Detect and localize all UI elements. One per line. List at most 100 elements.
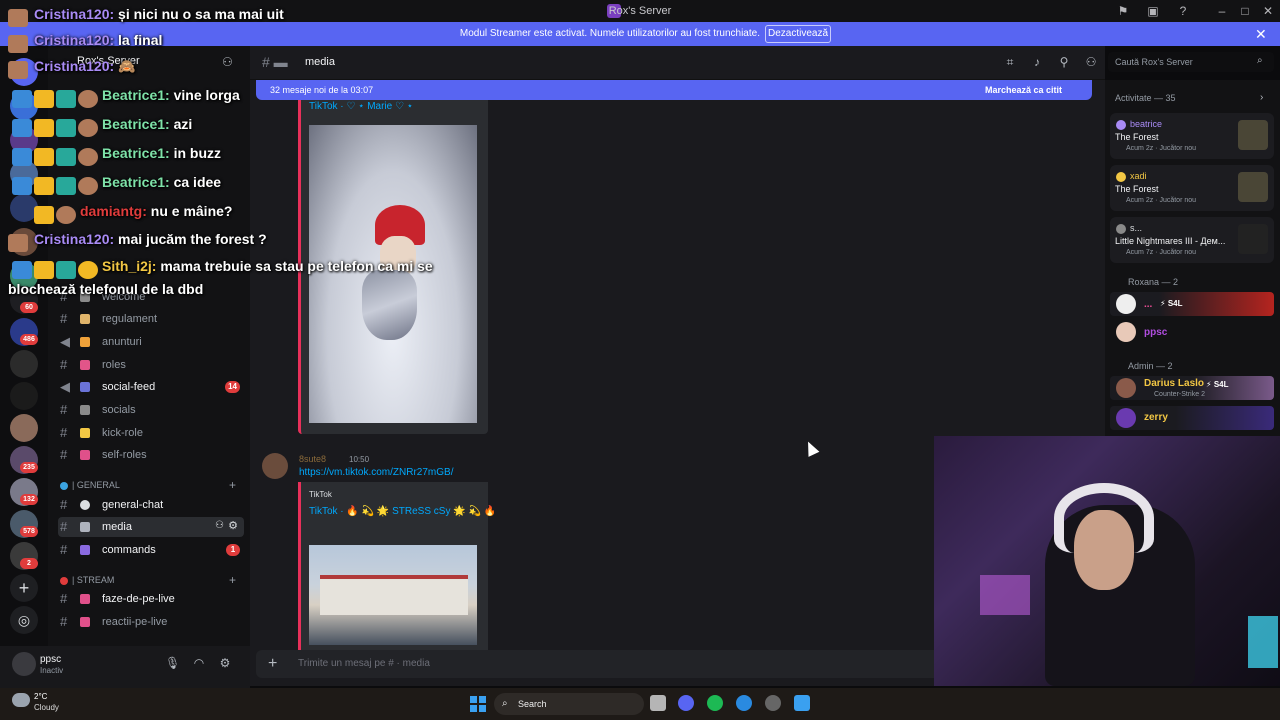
attach-plus-icon[interactable]: + (268, 655, 277, 673)
channel-general-chat[interactable]: # general-chat (58, 495, 244, 515)
search-icon[interactable]: ⌕ (1257, 55, 1263, 66)
channel-label: regulament (102, 313, 158, 325)
avatar (1116, 322, 1136, 342)
avatar[interactable] (12, 652, 36, 676)
invite-icon[interactable]: ⚇ (215, 520, 224, 531)
channel-emoji-icon (80, 522, 90, 532)
embed-title-link[interactable]: TikTok · ♡ ⋆ Marie ♡ ⋆ (309, 101, 413, 112)
add-server-icon[interactable]: + (10, 574, 38, 602)
avatar[interactable] (262, 453, 288, 479)
file-explorer-icon[interactable] (650, 695, 666, 711)
guild-icon[interactable] (10, 350, 38, 378)
discord-icon[interactable] (678, 695, 694, 711)
member-name: ... (1144, 299, 1153, 310)
hash-icon: # ▬ (262, 54, 288, 70)
channel-anunturi[interactable]: ◀ anunturi (58, 332, 244, 352)
guild-badge: 235 (20, 462, 38, 473)
settings-gear-icon[interactable]: ⚙ (228, 519, 238, 532)
edge-browser-icon[interactable] (736, 695, 752, 711)
screen-icon[interactable]: ▣ (1146, 4, 1160, 18)
stream-chat-line: Cristina120: și nici nu o sa ma mai uit (8, 6, 284, 30)
stream-chat-line: damiantg: nu e mâine? (8, 203, 232, 227)
hash-icon: # (60, 542, 68, 557)
game-thumbnail (1238, 172, 1268, 202)
channel-socials[interactable]: # socials (58, 400, 244, 420)
cloud-icon[interactable] (12, 693, 30, 707)
message-input[interactable]: Trimite un mesaj pe # · media (298, 658, 430, 669)
stream-chat-line: Cristina120: mai jucăm the forest ? (8, 231, 267, 255)
chat-username: Sith_i2j: (102, 258, 157, 274)
channel-emoji-icon (80, 360, 90, 370)
channel-regulament[interactable]: # regulament (58, 309, 244, 329)
channel-social-feed[interactable]: ◀ social-feed 14 (58, 377, 244, 397)
activity-game: Little Nightmares III - Дем... (1115, 236, 1226, 246)
new-messages-bar[interactable] (256, 80, 1092, 100)
user-avatar-badge (56, 206, 76, 224)
app-icon[interactable] (794, 695, 810, 711)
crown-badge-icon (34, 119, 54, 137)
user-name[interactable]: ppsc (40, 654, 61, 665)
help-icon[interactable]: ? (1176, 4, 1190, 18)
minimize-icon[interactable]: – (1215, 4, 1229, 18)
microphone-icon[interactable]: 🎙 (165, 656, 180, 670)
channel-media[interactable]: # media ⚇ ⚙ (58, 517, 244, 537)
windows-start-icon[interactable] (470, 696, 486, 712)
disable-streamer-button[interactable]: Dezactivează (765, 25, 831, 43)
close-window-icon[interactable]: ✕ (1261, 4, 1275, 18)
channel-faze-de-pe-live[interactable]: # faze-de-pe-live (58, 589, 244, 609)
chevron-right-icon[interactable]: › (1260, 92, 1263, 103)
user-settings-gear-icon[interactable]: ⚙ (218, 656, 232, 670)
spotify-icon[interactable] (707, 695, 723, 711)
threads-icon[interactable]: ⌗ (1003, 55, 1017, 69)
category-general[interactable]: | GENERAL + (58, 478, 244, 493)
obs-icon[interactable] (765, 695, 781, 711)
chat-message: ca idee (173, 174, 222, 190)
add-member-icon[interactable]: ⚇ (222, 55, 233, 69)
category-label: | GENERAL (72, 480, 120, 490)
channel-emoji-icon (80, 405, 90, 415)
chat-message: in buzz (173, 145, 222, 161)
stream-chat-line: Beatrice1: azi (8, 116, 192, 140)
channel-commands[interactable]: # commands 1 (58, 540, 244, 560)
add-channel-icon[interactable]: + (229, 573, 236, 587)
explore-icon[interactable]: ◎ (10, 606, 38, 634)
activity-meta: Acum 7z · Jucător nou (1126, 249, 1197, 256)
member-list-icon[interactable]: ⚇ (1084, 55, 1098, 69)
channel-kick-role[interactable]: # kick-role (58, 423, 244, 443)
crown-badge-icon (34, 261, 54, 279)
thumbnail-building (320, 575, 468, 615)
headphones-icon[interactable]: ◠ (192, 656, 206, 670)
guild-icon[interactable] (10, 414, 38, 442)
embed-title-link[interactable]: TikTok · 🔥 💫 🌟 STReSS cSy 🌟 💫 🔥 (309, 506, 496, 517)
channel-reactii-pe-live[interactable]: # reactii-pe-live (58, 612, 244, 632)
embed-provider: TikTok (309, 490, 332, 499)
channel-self-roles[interactable]: # self-roles (58, 445, 244, 465)
message-link[interactable]: https://vm.tiktok.com/ZNRr27mGB/ (299, 467, 453, 478)
webcam-background-light (980, 575, 1030, 615)
pin-icon[interactable]: ⚲ (1057, 55, 1071, 69)
chat-message: mai jucăm the forest ? (118, 231, 267, 247)
channel-emoji-icon (80, 314, 90, 324)
guild-icon[interactable] (10, 382, 38, 410)
activity-game: The Forest (1115, 132, 1159, 142)
maximize-icon[interactable]: □ (1238, 4, 1252, 18)
guild-badge: 578 (20, 526, 38, 537)
chat-message: la final (118, 32, 163, 48)
banner-close-icon[interactable]: ✕ (1255, 25, 1269, 43)
taskbar-search[interactable] (494, 693, 644, 715)
stream-chat-line: blochează telefonul de la dbd (8, 281, 203, 305)
mark-as-read-button[interactable]: Marchează ca citit (985, 85, 1062, 95)
notification-bell-icon[interactable]: ♪ (1030, 55, 1044, 69)
user-avatar-badge (78, 177, 98, 195)
user-avatar-badge (78, 119, 98, 137)
channel-label: faze-de-pe-live (102, 593, 175, 605)
member-activity: Counter-Strike 2 (1154, 391, 1205, 398)
unread-badge: 1 (226, 544, 240, 556)
message-author[interactable]: 8sute8 (299, 454, 326, 464)
inbox-icon[interactable]: ⚑ (1116, 4, 1130, 18)
weather-temperature[interactable]: 2°C (34, 692, 47, 701)
category-stream[interactable]: | STREAM + (58, 573, 244, 588)
channel-roles[interactable]: # roles (58, 355, 244, 375)
weather-description[interactable]: Cloudy (34, 703, 59, 712)
add-channel-icon[interactable]: + (229, 478, 236, 492)
